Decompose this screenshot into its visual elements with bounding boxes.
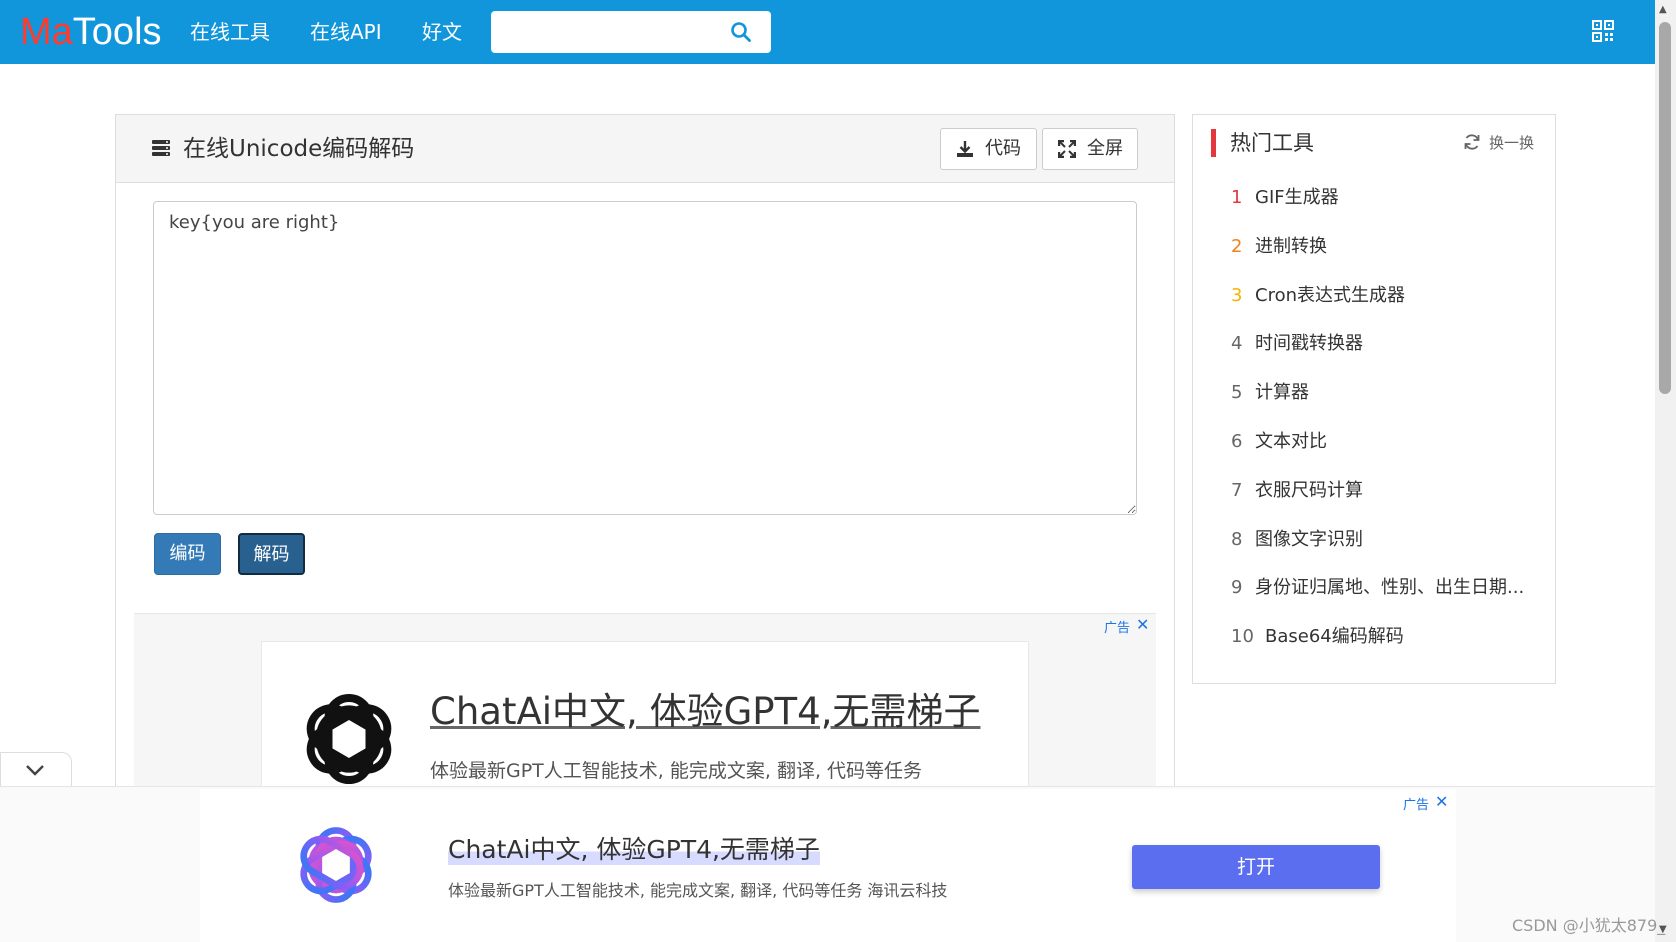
scroll-up-icon[interactable]: ▲ — [1659, 4, 1667, 15]
nav-online-api[interactable]: 在线API — [310, 18, 382, 46]
hot-tool-label: Cron表达式生成器 — [1255, 284, 1405, 306]
hot-tool-rank: 9 — [1231, 577, 1243, 599]
search-icon[interactable] — [729, 20, 753, 44]
hot-tool-item[interactable]: 7 衣服尺码计算 — [1193, 470, 1555, 519]
fullscreen-button-label: 全屏 — [1087, 138, 1123, 159]
hot-tool-item[interactable]: 8 图像文字识别 — [1193, 519, 1555, 568]
bottom-ad-title[interactable]: ChatAi中文, 体验GPT4,无需梯子 — [448, 835, 820, 865]
hot-tool-label: 文本对比 — [1255, 430, 1327, 452]
fullscreen-button[interactable]: 全屏 — [1042, 128, 1138, 170]
open-button[interactable]: 打开 — [1132, 845, 1380, 889]
collapse-ad-tab[interactable] — [0, 752, 72, 787]
search-box — [491, 11, 771, 53]
hot-tool-rank: 5 — [1231, 382, 1243, 404]
encode-button[interactable]: 编码 — [154, 533, 221, 575]
nav-articles[interactable]: 好文 — [422, 18, 462, 46]
hot-tool-label: 衣服尺码计算 — [1255, 479, 1363, 501]
hot-tool-label: 计算器 — [1255, 382, 1309, 404]
qr-code-icon[interactable] — [1592, 20, 1614, 42]
hot-tool-rank: 1 — [1231, 187, 1243, 208]
hot-tool-item[interactable]: 10 Base64编码解码 — [1193, 616, 1555, 665]
hot-tools-list: 1 GIF生成器 2 进制转换 3 Cron表达式生成器 4 时间戳转换器 5 计算器 6… — [1193, 177, 1555, 665]
hot-tool-item[interactable]: 3 Cron表达式生成器 — [1193, 275, 1555, 324]
unicode-textarea[interactable] — [153, 201, 1137, 515]
tool-title: 在线Unicode编码解码 — [183, 136, 415, 162]
csdn-watermark: CSDN @小犹太879_ — [1512, 916, 1666, 935]
hot-tool-label: GIF生成器 — [1255, 187, 1339, 208]
hot-tool-label: 身份证归属地、性别、出生日期... — [1255, 577, 1525, 599]
download-icon — [957, 141, 973, 157]
hot-tool-item[interactable]: 2 进制转换 — [1193, 226, 1555, 275]
inline-ad-title[interactable]: ChatAi中文, 体验GPT4,无需梯子 — [430, 690, 980, 734]
hot-tool-rank: 8 — [1231, 528, 1243, 550]
ad-close-icon[interactable]: ✕ — [1136, 615, 1149, 634]
refresh-icon — [1464, 134, 1480, 150]
refresh-label: 换一换 — [1489, 134, 1535, 152]
logo-part-ma: Ma — [20, 11, 73, 53]
hot-tool-rank: 6 — [1231, 430, 1243, 452]
inline-ad[interactable]: 广告 ✕ ChatAi中文, 体验GPT4,无需梯子 体验最新GPT人工智能技术… — [134, 613, 1156, 813]
hot-tool-rank: 2 — [1231, 235, 1243, 257]
tool-panel: 在线Unicode编码解码 代码 全屏 编码 解码 广告 ✕ — [115, 114, 1175, 814]
openai-logo-icon — [306, 693, 392, 785]
chevron-down-icon — [26, 765, 44, 776]
bottom-ad[interactable]: 广告 ✕ ChatAi中文, 体验GPT4,无需梯子 体验最新GPT人工智能技术… — [200, 789, 1456, 942]
hot-tool-rank: 10 — [1231, 626, 1254, 648]
hot-tool-item[interactable]: 4 时间戳转换器 — [1193, 323, 1555, 372]
ad-close-icon[interactable]: ✕ — [1435, 792, 1448, 811]
hot-tool-label: 进制转换 — [1255, 235, 1327, 257]
hot-tool-label: 时间戳转换器 — [1255, 333, 1363, 355]
hot-tool-rank: 4 — [1231, 333, 1243, 355]
logo-part-tools: Tools — [72, 11, 162, 53]
title-accent-bar — [1211, 129, 1216, 157]
inline-ad-description: 体验最新GPT人工智能技术, 能完成文案, 翻译, 代码等任务 — [430, 760, 923, 782]
search-input[interactable] — [491, 11, 721, 53]
top-navbar: MaTools 在线工具 在线API 好文 — [0, 0, 1655, 64]
tool-panel-header: 在线Unicode编码解码 代码 全屏 — [116, 115, 1174, 183]
hot-tool-item[interactable]: 6 文本对比 — [1193, 421, 1555, 470]
nav-online-tools[interactable]: 在线工具 — [190, 18, 270, 46]
hot-tool-label: 图像文字识别 — [1255, 528, 1363, 550]
hot-tool-item[interactable]: 9 身份证归属地、性别、出生日期... — [1193, 567, 1555, 616]
decode-button[interactable]: 解码 — [238, 533, 305, 575]
hot-tools-title: 热门工具 — [1230, 131, 1314, 155]
site-logo[interactable]: MaTools — [20, 10, 162, 54]
hot-tool-label: Base64编码解码 — [1265, 626, 1404, 648]
hot-tool-rank: 7 — [1231, 479, 1243, 501]
ad-tag: 广告 — [1104, 621, 1131, 636]
hot-tool-item[interactable]: 1 GIF生成器 — [1193, 177, 1555, 226]
bottom-ad-bar: 广告 ✕ ChatAi中文, 体验GPT4,无需梯子 体验最新GPT人工智能技术… — [0, 786, 1655, 942]
scrollbar-thumb[interactable] — [1659, 22, 1671, 394]
bottom-ad-description: 体验最新GPT人工智能技术, 能完成文案, 翻译, 代码等任务 海讯云科技 — [448, 881, 948, 900]
code-button[interactable]: 代码 — [940, 128, 1037, 170]
ad-tag: 广告 — [1403, 798, 1430, 813]
hot-tool-item[interactable]: 5 计算器 — [1193, 372, 1555, 421]
openai-logo-icon — [300, 827, 372, 903]
expand-icon — [1058, 140, 1076, 158]
hot-tool-rank: 3 — [1231, 284, 1243, 306]
code-button-label: 代码 — [985, 138, 1021, 159]
hot-tools-panel: 热门工具 换一换 1 GIF生成器 2 进制转换 3 Cron表达式生成器 4 时间戳转… — [1192, 114, 1556, 684]
server-icon — [152, 140, 170, 156]
